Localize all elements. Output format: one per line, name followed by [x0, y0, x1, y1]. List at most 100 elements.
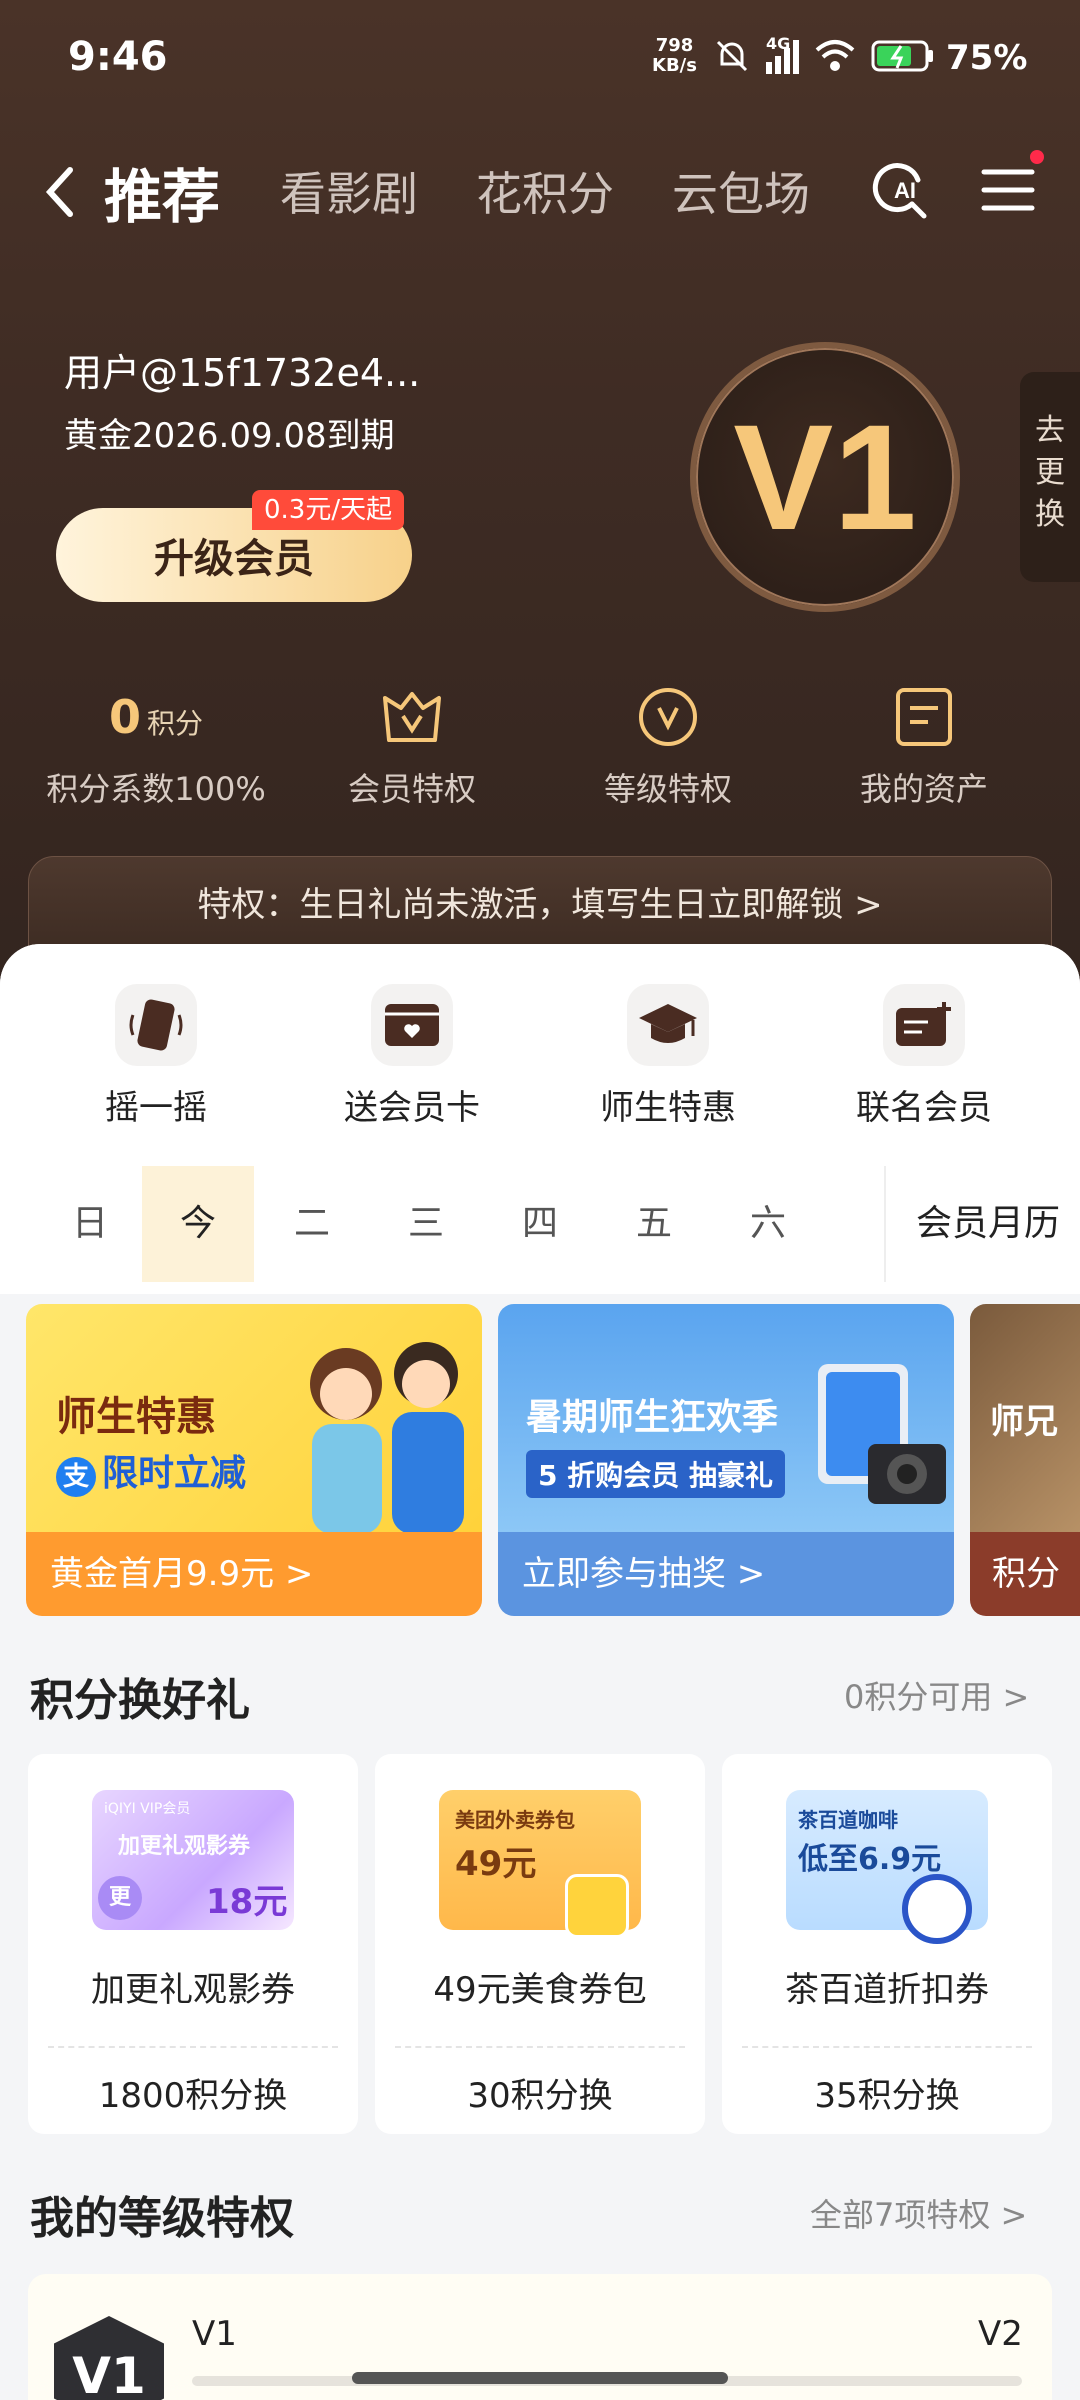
level-privilege-label: 等级特权 — [603, 770, 732, 808]
net-type: 4G — [766, 34, 791, 53]
level-section-title: 我的等级特权 — [30, 2193, 294, 2244]
member-calendar-label: 会员月历 — [916, 1203, 1061, 1244]
menu-icon[interactable] — [980, 162, 1036, 218]
next-level: V2 — [978, 2314, 1023, 2354]
gift-1-cost: 1800积分换 — [98, 2076, 288, 2116]
shake-label: 摇一摇 — [105, 1088, 207, 1128]
birthday-privilege-bar[interactable]: 特权：生日礼尚未激活，填写生日立即解锁 > — [28, 856, 1052, 952]
calendar-day-sat[interactable]: 六 — [712, 1166, 824, 1282]
banner-2-title: 暑期师生狂欢季 — [526, 1397, 779, 1438]
gift-card-tea-voucher[interactable]: 茶百道咖啡 低至6.9元 茶百道折扣券 35积分换 — [722, 1754, 1052, 2134]
change-badge-label: 去更换 — [1035, 413, 1065, 532]
banner-points-exchange[interactable]: 师兄 积分兑 — [970, 1304, 1080, 1616]
thumb-1-brand: iQIYI VIP会员 — [104, 1801, 191, 1817]
alipay-icon: 支 — [56, 1457, 96, 1497]
gift-3-name: 茶百道折扣券 — [785, 1970, 989, 2010]
tab-cloud-theater[interactable]: 云包场 — [672, 158, 810, 224]
points-unit: 积分 — [147, 707, 204, 740]
calendar-day-sun[interactable]: 日 — [34, 1166, 146, 1282]
divider — [395, 2046, 685, 2048]
level-hex-badge: V1 — [54, 2316, 164, 2400]
membership-expiry: 黄金2026.09.08到期 — [64, 416, 395, 456]
status-bar: 9:46 798 KB/s 4G 75% — [0, 0, 1080, 120]
tab-recommend[interactable]: 推荐 — [104, 150, 220, 234]
points-available-link[interactable]: 0积分可用 > — [844, 1672, 1029, 1718]
status-time: 9:46 — [68, 34, 168, 80]
graduation-cap-icon — [639, 1004, 697, 1043]
divider — [48, 2046, 338, 2048]
gadgets-illustration — [818, 1364, 946, 1504]
member-calendar: 日 今 二 三 四 五 六 会员月历 ▶ — [34, 1166, 1074, 1357]
back-arrow-icon[interactable] — [40, 162, 80, 222]
phone-shake-icon — [129, 999, 183, 1051]
v-circle-icon — [639, 688, 697, 746]
student-offer-label: 师生特惠 — [600, 1088, 736, 1128]
calendar-day-today[interactable]: 今 — [142, 1166, 254, 1282]
my-assets-label: 我的资产 — [859, 770, 988, 808]
top-nav: 推荐 看影剧 花积分 云包场 AI — [0, 140, 1080, 240]
points-stat[interactable]: 0 积分 积分系数100% — [26, 680, 286, 810]
calendar-day-fri[interactable]: 五 — [598, 1166, 710, 1282]
banner-3-footer: 积分兑 — [970, 1532, 1080, 1616]
current-level: V1 — [192, 2314, 237, 2354]
panda-logo-icon — [902, 1874, 972, 1944]
thumb-1-title: 加更礼观影券 — [118, 1834, 251, 1859]
thumb-3-title: 茶百道咖啡 — [798, 1808, 898, 1832]
document-icon — [896, 688, 952, 746]
card-plus-icon — [896, 1002, 951, 1046]
all-privileges-link[interactable]: 全部7项特权 > — [810, 2190, 1027, 2236]
battery-level: 75% — [946, 38, 1028, 78]
mute-bell-icon — [716, 40, 748, 72]
shake-action[interactable]: 摇一摇 — [56, 984, 256, 1129]
tea-voucher-thumb: 茶百道咖啡 低至6.9元 — [786, 1790, 988, 1944]
member-privilege-label: 会员特权 — [347, 770, 476, 808]
level-badge-text: V1 — [733, 393, 917, 561]
thumb-3-value: 低至6.9元 — [798, 1842, 942, 1877]
gift-card-action[interactable]: 送会员卡 — [312, 984, 512, 1129]
net-speed: 798 KB/s — [652, 35, 697, 76]
banner-1-subtitle: 支限时立减 — [56, 1444, 246, 1497]
food-voucher-thumb: 美团外卖券包 49元 — [439, 1790, 641, 1938]
tab-shows[interactable]: 看影剧 — [280, 158, 418, 224]
kangaroo-icon — [565, 1874, 629, 1938]
level-privilege-stat[interactable]: 等级特权 — [538, 680, 798, 810]
my-assets-stat[interactable]: 我的资产 — [794, 680, 1054, 810]
student-offer-action[interactable]: 师生特惠 — [568, 984, 768, 1129]
thumb-2-title: 美团外卖券包 — [455, 1808, 575, 1832]
ai-search-icon[interactable]: AI — [868, 158, 934, 224]
calendar-day-thu[interactable]: 四 — [484, 1166, 596, 1282]
gift-card-icon — [385, 1004, 439, 1046]
user-name: 用户@15f1732e4... — [64, 351, 421, 395]
banner-summer-carnival[interactable]: 暑期师生狂欢季 5 折购会员 抽豪礼 立即参与抽奖 > — [498, 1304, 954, 1616]
calendar-day-wed[interactable]: 三 — [370, 1166, 482, 1282]
students-illustration — [310, 1342, 464, 1534]
member-stats: 0 积分 积分系数100% 会员特权 等级特权 我的资产 — [0, 680, 1080, 810]
thumb-1-value: 18元 — [206, 1882, 288, 1922]
thumb-2-value: 49元 — [455, 1844, 537, 1884]
gift-3-cost: 35积分换 — [814, 2076, 960, 2116]
gift-card-movie-voucher[interactable]: iQIYI VIP会员 加更礼观影券 更 18元 加更礼观影券 1800积分换 — [28, 1754, 358, 2134]
battery-icon — [871, 40, 933, 72]
gift-1-name: 加更礼观影券 — [91, 1970, 295, 2010]
notification-dot — [1030, 150, 1044, 164]
member-privilege-stat[interactable]: 会员特权 — [282, 680, 542, 810]
level-badge[interactable]: V1 — [690, 342, 960, 612]
ai-label: AI — [894, 178, 916, 203]
wifi-icon — [815, 40, 855, 71]
calendar-day-tue[interactable]: 二 — [256, 1166, 368, 1282]
points-value: 0 — [108, 690, 141, 744]
gift-2-name: 49元美食券包 — [433, 1970, 647, 2010]
tab-points[interactable]: 花积分 — [476, 158, 614, 224]
co-brand-action[interactable]: 联名会员 — [824, 984, 1024, 1129]
price-promo-badge: 0.3元/天起 — [252, 490, 405, 530]
crown-v-icon — [383, 692, 441, 742]
thumb-1-badge: 更 — [98, 1876, 142, 1920]
member-calendar-link[interactable]: 会员月历 ▶ — [884, 1166, 1074, 1357]
change-badge-tab[interactable]: 去更换 — [1020, 372, 1080, 582]
gift-card-food-voucher[interactable]: 美团外卖券包 49元 49元美食券包 30积分换 — [375, 1754, 705, 2134]
banner-3-title: 师兄 — [990, 1402, 1058, 1442]
signal-icon: 4G — [766, 34, 799, 74]
gift-card-label: 送会员卡 — [344, 1088, 480, 1128]
co-brand-label: 联名会员 — [856, 1088, 992, 1128]
banner-student-offer[interactable]: 师生特惠 支限时立减 黄金首月9.9元 > — [26, 1304, 482, 1616]
